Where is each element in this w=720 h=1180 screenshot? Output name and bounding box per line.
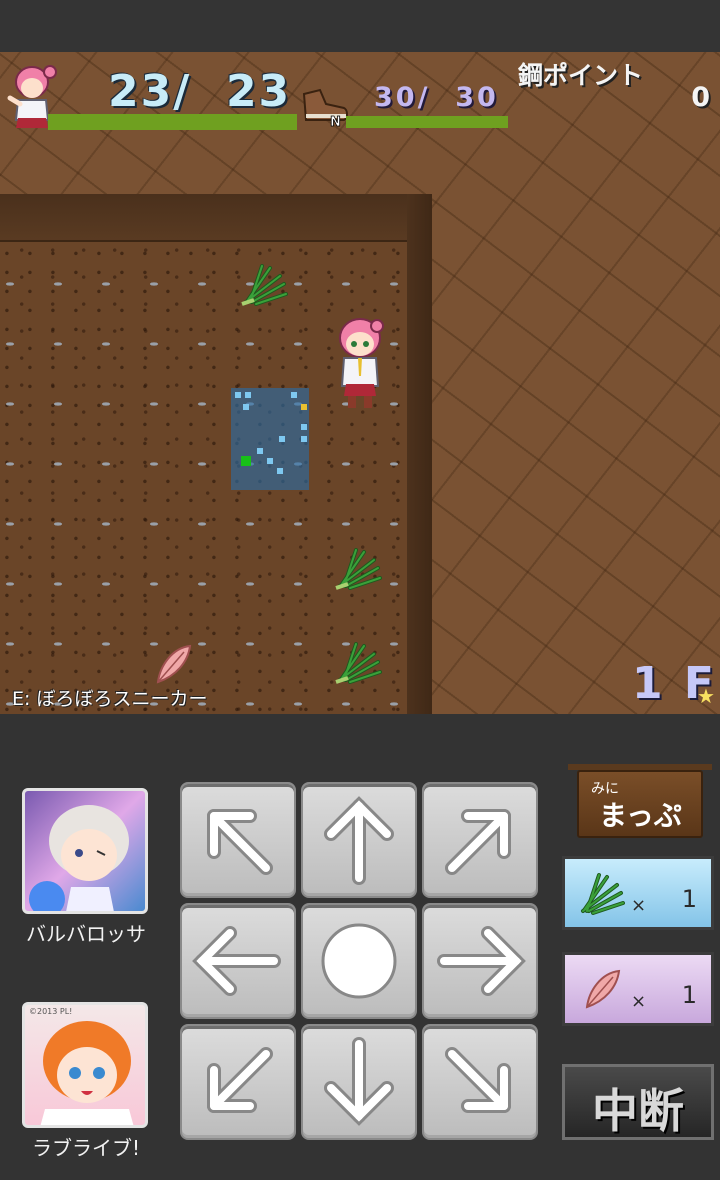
move-down-button[interactable] — [301, 1024, 417, 1140]
move-up-left-button[interactable] — [180, 782, 296, 898]
minimap-button-label: まっぷ — [599, 799, 682, 832]
minimap-tile — [301, 424, 307, 430]
item-slot-feather[interactable]: × 1 — [562, 952, 714, 1026]
minimap-tile — [267, 458, 273, 464]
banner-label-barbarossa[interactable]: バルバロッサ — [6, 918, 166, 947]
minimap-button[interactable]: みに まっぷ — [577, 770, 703, 838]
move-up-button[interactable] — [301, 782, 417, 898]
arrow-down-right-icon — [445, 1047, 511, 1113]
item-herb-times: × — [631, 895, 647, 916]
star-icon: ★ — [697, 684, 715, 708]
arrow-down-icon — [324, 1037, 394, 1126]
banner-art-barbarossa — [29, 805, 129, 911]
minimap-tile — [235, 392, 241, 398]
svg-text:N: N — [330, 115, 341, 128]
circle-icon — [321, 923, 397, 999]
hp-bar — [48, 114, 297, 130]
equipment-label: E: ぼろぼろスニーカー — [12, 688, 208, 710]
hp-text: 23/ 23 — [108, 66, 292, 117]
item-slot-herb[interactable]: × 1 — [562, 856, 714, 930]
player-character — [339, 318, 384, 408]
arrow-left-icon — [192, 926, 281, 996]
minimap-tile — [279, 436, 285, 442]
minimap-tile — [301, 436, 307, 442]
dungeon-wall-side — [407, 194, 432, 714]
feather-icon — [585, 969, 621, 1009]
minimap-stairs — [301, 404, 307, 410]
move-down-right-button[interactable] — [422, 1024, 538, 1140]
move-right-button[interactable] — [422, 903, 538, 1019]
arrow-up-left-icon — [207, 809, 273, 875]
top-bar — [0, 0, 720, 52]
minimap-tile — [277, 468, 283, 474]
feather-item — [156, 644, 192, 684]
arrow-right-icon — [437, 926, 526, 996]
herb-item — [241, 264, 288, 306]
move-left-button[interactable] — [180, 903, 296, 1019]
points-label: 鋼ポイント — [518, 61, 644, 90]
banner-barbarossa[interactable] — [22, 788, 148, 914]
herb-item — [335, 642, 382, 684]
arrow-up-icon — [324, 796, 394, 885]
pause-button[interactable]: 中断 — [562, 1064, 714, 1140]
dungeon-field[interactable]: 23/ 23 N 30/ 30 鋼ポイント 0 E: ぼろぼろスニーカー 1 F… — [0, 52, 720, 714]
minimap-player — [241, 456, 251, 466]
banner-label-lovelive[interactable]: ラブライブ! — [6, 1132, 166, 1161]
item-feather-times: × — [631, 991, 647, 1012]
item-herb-count: 1 — [681, 885, 697, 913]
minimap-tile — [257, 448, 263, 454]
arrow-up-right-icon — [445, 809, 511, 875]
arrow-down-left-icon — [207, 1047, 273, 1113]
fullness-bar — [346, 116, 508, 128]
wait-button[interactable] — [301, 903, 417, 1019]
fullness-bar-fill — [346, 116, 508, 128]
banner-art-lovelive — [40, 1021, 134, 1125]
banner-lovelive[interactable]: ©2013 PL! — [22, 1002, 148, 1128]
hp-bar-fill — [48, 114, 297, 130]
minimap-tile — [245, 392, 251, 398]
item-feather-count: 1 — [681, 981, 697, 1009]
points-value: 0 — [691, 82, 710, 113]
banner-copyright: ©2013 PL! — [29, 1007, 73, 1016]
minimap-overlay — [231, 388, 309, 490]
fullness-text: 30/ 30 — [374, 82, 499, 113]
move-down-left-button[interactable] — [180, 1024, 296, 1140]
sneaker-icon: N — [302, 88, 348, 128]
herb-item — [335, 548, 382, 590]
minimap-tile — [291, 392, 297, 398]
herb-icon — [581, 873, 625, 915]
move-up-right-button[interactable] — [422, 782, 538, 898]
dungeon-wall-top — [0, 194, 432, 242]
pause-button-label: 中断 — [592, 1084, 684, 1138]
minimap-tile — [243, 404, 249, 410]
